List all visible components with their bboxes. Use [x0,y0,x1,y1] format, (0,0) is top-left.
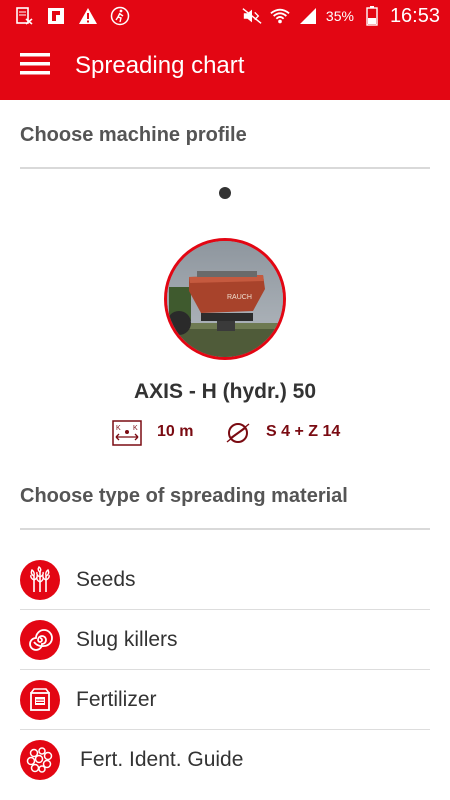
wifi-icon [270,6,290,26]
seeds-icon [20,559,60,600]
signal-icon [298,6,318,26]
warning-icon [78,6,98,26]
list-item-label: Fertilizer [76,687,157,711]
working-width-value: 10 m [157,423,194,440]
working-width-icon: K K [112,420,142,446]
fertilizer-icon [20,679,60,720]
list-item-fert-ident-guide[interactable]: Fert. Ident. Guide [20,730,430,790]
status-bar: 35% 16:53 [0,0,450,32]
machine-specs: K K 10 m S 4 + Z 14 [0,420,450,448]
hamburger-menu-button[interactable] [0,32,70,100]
pager-indicator [219,187,231,199]
running-icon [110,6,130,26]
battery-icon [362,6,382,26]
flipboard-icon [46,6,66,26]
list-item-slug-killers[interactable]: Slug killers [20,610,430,670]
list-item-label: Fert. Ident. Guide [80,748,244,771]
hamburger-menu-icon [20,52,50,80]
machine-photo[interactable]: RAUCH [164,238,286,360]
clock: 16:53 [389,4,440,27]
list-item-label: Seeds [76,567,136,591]
list-item-seeds[interactable]: Seeds [20,550,430,610]
granules-icon [20,740,60,780]
machine-name: AXIS - H (hydr.) 50 [133,380,317,403]
notification-icon [14,6,34,26]
material-type-heading: Choose type of spreading material [20,485,430,530]
disc-type-value: S 4 + Z 14 [266,423,341,440]
svg-text:RAUCH: RAUCH [227,294,252,301]
battery-percent: 35% [325,8,354,24]
svg-text:K: K [133,425,138,432]
page-title: Spreading chart [75,52,245,79]
svg-text:K: K [116,425,121,432]
machine-profile-heading: Choose machine profile [20,124,430,169]
mute-icon [242,6,262,26]
material-list: Seeds Slug killers Fertilizer Fert. Iden… [20,550,430,790]
spreading-disc-icon [225,420,255,446]
app-bar: Spreading chart [0,32,450,100]
list-item-label: Slug killers [76,627,178,651]
slug-killer-icon [20,619,60,660]
list-item-fertilizer[interactable]: Fertilizer [20,670,430,730]
